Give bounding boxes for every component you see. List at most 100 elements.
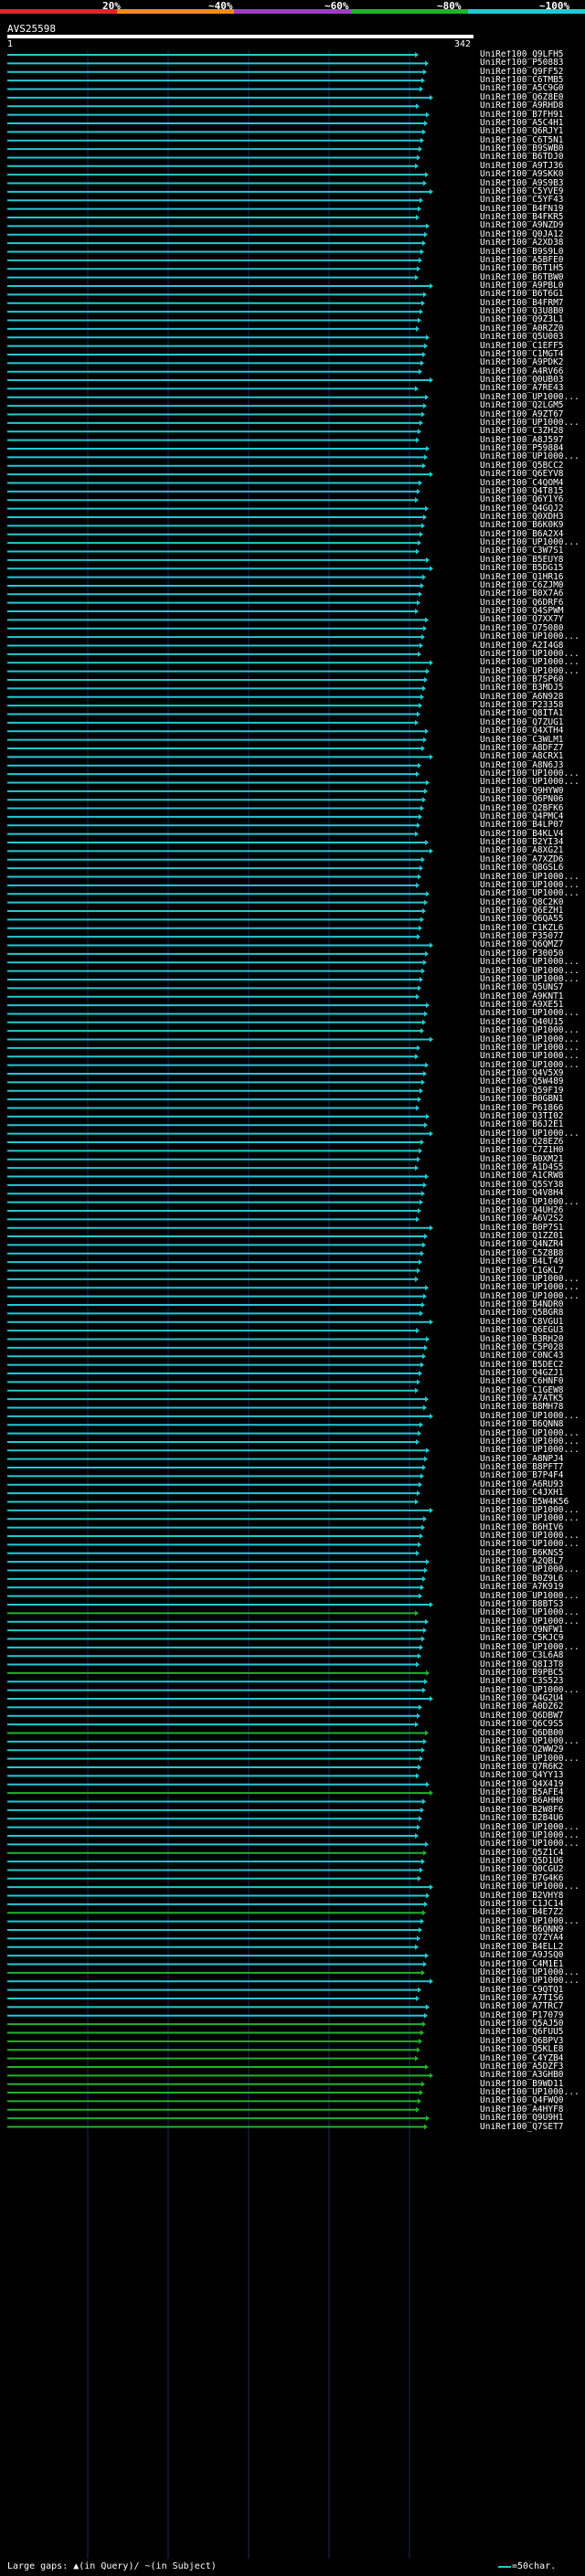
hit-arrow-icon [425, 394, 429, 400]
hit-arrow-icon [430, 754, 433, 760]
hit-arrow-icon [430, 942, 433, 949]
hit-arrow-icon [425, 1062, 429, 1068]
hit-arrow-icon [420, 1585, 424, 1591]
hit-arrow-icon [420, 309, 423, 315]
hit-arrow-icon [417, 1267, 420, 1274]
hit-arrow-icon [421, 1524, 425, 1531]
hit-arrow-icon [418, 1653, 421, 1659]
hit-arrow-icon [420, 419, 423, 426]
hit-arrow-icon [426, 1002, 430, 1009]
hit-arrow-icon [430, 2072, 433, 2079]
hit-arrow-icon [430, 282, 433, 289]
hit-arrow-icon [424, 1567, 428, 1574]
pct-label-80: ~80% [437, 0, 462, 12]
hit-arrow-icon [430, 1130, 433, 1137]
hit-arrow-icon [421, 411, 425, 418]
hit-arrow-icon [420, 865, 423, 872]
hit-arrow-icon [425, 1841, 429, 1848]
hit-arrow-icon [418, 985, 421, 991]
hit-arrow-icon [419, 2038, 422, 2044]
hit-arrow-icon [425, 60, 429, 67]
hit-arrow-icon [416, 437, 420, 443]
hit-arrow-icon [415, 1722, 419, 1728]
hit-arrow-icon [425, 172, 429, 178]
hit-label[interactable]: UniRef100_Q7SET7 [480, 2123, 585, 2132]
hit-arrow-icon [422, 462, 426, 469]
hit-arrow-icon [415, 1165, 419, 1171]
hit-arrow-icon [417, 822, 420, 829]
hit-arrow-icon [426, 668, 430, 674]
hit-arrow-icon [416, 882, 420, 888]
hit-arrow-icon [418, 1207, 421, 1214]
hit-arrow-icon [424, 2124, 428, 2130]
hit-arrow-icon [424, 1456, 428, 1462]
hit-arrow-icon [424, 1122, 428, 1129]
hit-arrow-icon [416, 1995, 420, 2001]
hit-arrow-icon [420, 1918, 424, 1924]
hit-arrow-icon [425, 1396, 429, 1403]
hit-arrow-icon [420, 1807, 424, 1813]
hit-arrow-icon [430, 472, 433, 478]
hit-arrow-icon [420, 1422, 423, 1428]
hit-arrow-icon [421, 1079, 425, 1086]
hit-arrow-icon [424, 454, 428, 461]
hit-arrow-icon [417, 1044, 420, 1051]
hit-arrow-icon [420, 1644, 423, 1650]
hit-arrow-icon [422, 1575, 426, 1582]
hit-arrow-icon [419, 480, 422, 486]
hit-arrow-icon [420, 805, 424, 811]
hit-arrow-icon [430, 848, 433, 854]
hit-arrow-icon [416, 325, 420, 332]
hit-arrow-icon [430, 1790, 433, 1797]
hit-arrow-icon [426, 2004, 430, 2010]
hit-arrow-icon [418, 429, 421, 435]
hit-arrow-icon [419, 1481, 422, 1488]
hit-arrow-icon [421, 1636, 425, 1642]
hit-arrow-icon [423, 1293, 427, 1299]
hit-arrow-icon [426, 557, 430, 563]
hit-arrow-icon [417, 1824, 420, 1830]
hit-arrow-icon [430, 377, 433, 384]
hit-arrow-icon [426, 1447, 430, 1454]
hit-arrow-icon [423, 1738, 427, 1744]
hit-arrow-icon [416, 1105, 420, 1111]
hit-arrow-icon [425, 1618, 429, 1625]
alignment-area [7, 50, 433, 2559]
hit-arrow-icon [423, 1182, 427, 1188]
hit-arrow-icon [415, 609, 419, 615]
hit-arrow-icon [423, 180, 427, 186]
hit-arrow-icon [425, 950, 429, 957]
hit-arrow-icon [420, 2090, 423, 2096]
hit-arrow-icon [415, 831, 419, 837]
hit-arrow-icon [416, 1328, 420, 1334]
hit-arrow-icon [423, 1961, 427, 1967]
hit-arrow-icon [419, 1704, 422, 1711]
hit-arrow-icon [416, 1550, 420, 1556]
hit-arrow-icon [419, 703, 422, 709]
hit-arrow-icon [424, 899, 428, 906]
hit-arrow-icon [420, 1755, 423, 1762]
hit-arrow-icon [423, 625, 427, 631]
hit-arrow-icon [424, 1344, 428, 1351]
hit-arrow-icon [430, 660, 433, 666]
hit-arrow-icon [430, 188, 433, 195]
hit-arrow-icon [420, 976, 423, 982]
hit-arrow-icon [418, 540, 421, 546]
hit-arrow-icon [423, 959, 427, 966]
hit-arrow-icon [420, 249, 424, 255]
hit-arrow-icon [417, 154, 420, 161]
hit-arrow-icon [421, 1747, 425, 1754]
pct-label-60: ~60% [324, 0, 349, 12]
hit-arrow-icon [422, 1019, 426, 1025]
hit-arrow-icon [419, 1927, 422, 1934]
hit-arrow-icon [422, 1687, 426, 1693]
hit-arrow-icon [418, 1097, 421, 1103]
hit-arrow-icon [424, 1901, 428, 1907]
hit-arrow-icon [416, 2106, 420, 2113]
hit-arrow-icon [419, 1593, 422, 1599]
hit-arrow-icon [430, 1224, 433, 1231]
pct-label-20: 20% [102, 0, 121, 12]
hit-arrow-icon [426, 1670, 430, 1676]
hit-arrow-icon [415, 719, 419, 726]
hit-arrow-icon [424, 677, 428, 684]
